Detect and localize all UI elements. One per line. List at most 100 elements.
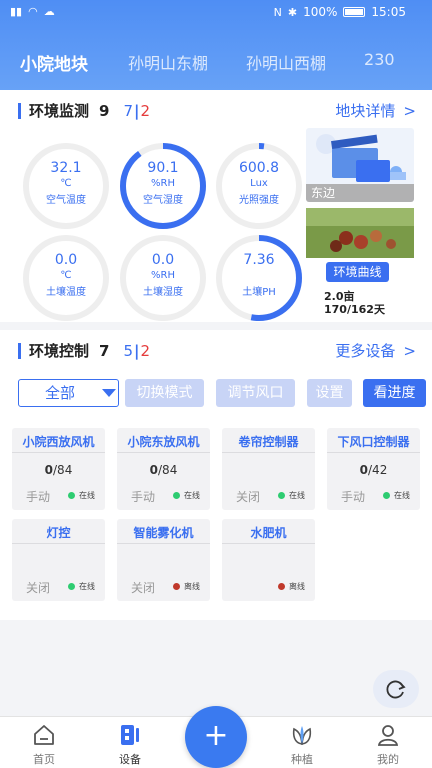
device-status: 在线 — [173, 490, 200, 501]
device-name: 小院西放风机 — [22, 435, 95, 449]
device-status-text: 离线 — [289, 582, 305, 591]
device-card[interactable]: 智能雾化机关闭 离线 — [117, 519, 210, 601]
gauge-label: 土壤湿度 — [143, 287, 183, 298]
add-fab-button[interactable]: + — [185, 706, 247, 768]
env-monitor-online: 7 — [123, 101, 133, 120]
separator: | — [134, 101, 140, 120]
env-curve-button[interactable]: 环境曲线 — [326, 262, 389, 282]
crop-photo — [306, 208, 414, 258]
gauge: 600.8 Lux 光照强度 — [213, 140, 305, 232]
device-current: 0 — [149, 463, 159, 477]
device-total: /42 — [368, 463, 388, 477]
gauge-unit: ℃ — [60, 270, 72, 281]
device-progress: 0/42 — [327, 463, 420, 477]
env-control-title: 环境控制 7 5 | 2 — [18, 340, 150, 361]
nav-devices-label: 设备 — [119, 753, 141, 766]
device-name: 水肥机 — [250, 526, 287, 540]
device-total: /84 — [158, 463, 178, 477]
env-monitor-total: 9 — [99, 101, 110, 120]
device-card[interactable]: 小院西放风机 0/84 手动 在线 — [12, 428, 105, 510]
switch-mode-button[interactable]: 切换模式 — [125, 379, 204, 407]
gauge: 0.0 ℃ 土壤温度 — [20, 232, 112, 324]
more-devices-link[interactable]: 更多设备 > — [335, 340, 416, 361]
gauge-value: 90.1 — [147, 160, 179, 176]
device-card[interactable]: 卷帘控制器 关闭 在线 — [222, 428, 315, 510]
bluetooth-icon: ✱ — [287, 5, 298, 19]
device-mode: 手动 — [26, 490, 51, 504]
divider — [117, 543, 210, 544]
status-dot-icon — [383, 492, 390, 499]
tab-plot-2[interactable]: 孙明山东棚 — [128, 50, 208, 75]
divider — [12, 543, 105, 544]
title-accent-bar — [18, 342, 21, 359]
nav-devices[interactable]: 设备 — [100, 717, 160, 767]
plot-image[interactable]: 东边 — [306, 128, 414, 202]
device-card[interactable]: 小院东放风机 0/84 手动 在线 — [117, 428, 210, 510]
device-name: 灯控 — [46, 526, 71, 540]
tab-plot-4[interactable]: 230 — [364, 50, 395, 75]
gauge: 90.1 %RH 空气湿度 — [117, 140, 209, 232]
gauge: 7.36 土壤PH — [213, 232, 305, 324]
device-card[interactable]: 灯控 关闭 在线 — [12, 519, 105, 601]
plot-days: 170/162天 — [324, 303, 385, 316]
device-status: 在线 — [383, 490, 410, 501]
nav-home-label: 首页 — [33, 753, 55, 766]
device-total: /84 — [53, 463, 73, 477]
gauge-value: 0.0 — [54, 252, 78, 268]
jujube-photo — [306, 208, 414, 258]
battery-icon — [343, 7, 366, 17]
wifi-icon: ◠ — [28, 5, 38, 18]
device-status: 离线 — [278, 581, 305, 592]
device-status-text: 在线 — [184, 491, 200, 500]
header: ▮▮ ◠ ☁ N ✱ 100% 15:05 小院地块 孙明山东棚 孙明山西棚 2… — [0, 0, 432, 100]
device-filter-value: 全部 — [45, 384, 76, 402]
device-card[interactable]: 水肥机离线 — [222, 519, 315, 601]
device-name: 智能雾化机 — [133, 526, 194, 540]
gauge-label: 土壤PH — [242, 287, 276, 298]
device-filter-select[interactable]: 全部 — [18, 379, 119, 407]
refresh-icon — [386, 680, 406, 699]
device-status-text: 离线 — [184, 582, 200, 591]
nav-me[interactable]: 我的 — [358, 717, 418, 767]
env-monitor-offline: 2 — [140, 101, 151, 120]
status-dot-icon — [173, 583, 180, 590]
device-mode: 关闭 — [131, 581, 156, 595]
divider — [12, 452, 105, 453]
battery-percent: 100% — [303, 5, 338, 19]
signal-icon: ▮▮ — [10, 5, 23, 18]
settings-button[interactable]: 设置 — [307, 379, 352, 407]
device-mode: 手动 — [341, 490, 366, 504]
device-status-text: 在线 — [79, 582, 95, 591]
gauge-ring — [216, 235, 302, 321]
adjust-vent-button[interactable]: 调节风口 — [216, 379, 295, 407]
nav-planting[interactable]: 种植 — [272, 717, 332, 767]
separator: | — [134, 341, 140, 360]
plot-tabs: 小院地块 孙明山东棚 孙明山西棚 230 — [0, 50, 413, 75]
status-dot-icon — [278, 492, 285, 499]
divider — [222, 452, 315, 453]
refresh-button[interactable] — [373, 670, 419, 708]
device-mode: 手动 — [131, 490, 156, 504]
view-progress-button[interactable]: 看进度 — [363, 379, 426, 407]
tab-plot-1[interactable]: 小院地块 — [20, 50, 88, 75]
chevron-right-icon: > — [403, 342, 416, 360]
title-accent-bar — [18, 102, 21, 119]
env-control-online: 5 — [123, 341, 133, 360]
plot-details-link[interactable]: 地块详情 > — [335, 100, 416, 121]
device-status: 在线 — [278, 490, 305, 501]
gauge-unit: %RH — [151, 178, 175, 189]
user-icon — [377, 725, 399, 746]
device-status: 离线 — [173, 581, 200, 592]
nav-home[interactable]: 首页 — [14, 717, 74, 767]
device-card[interactable]: 下风口控制器 0/42 手动 在线 — [327, 428, 420, 510]
device-name: 小院东放风机 — [127, 435, 200, 449]
tab-plot-3[interactable]: 孙明山西棚 — [246, 50, 326, 75]
gauge-label: 光照强度 — [239, 195, 279, 206]
device-status: 在线 — [68, 581, 95, 592]
gauge-value: 32.1 — [50, 160, 82, 176]
leaf-icon — [292, 726, 312, 745]
home-icon — [34, 725, 54, 745]
nav-me-label: 我的 — [377, 753, 399, 766]
gauge-value: 0.0 — [151, 252, 175, 268]
divider — [222, 543, 315, 544]
